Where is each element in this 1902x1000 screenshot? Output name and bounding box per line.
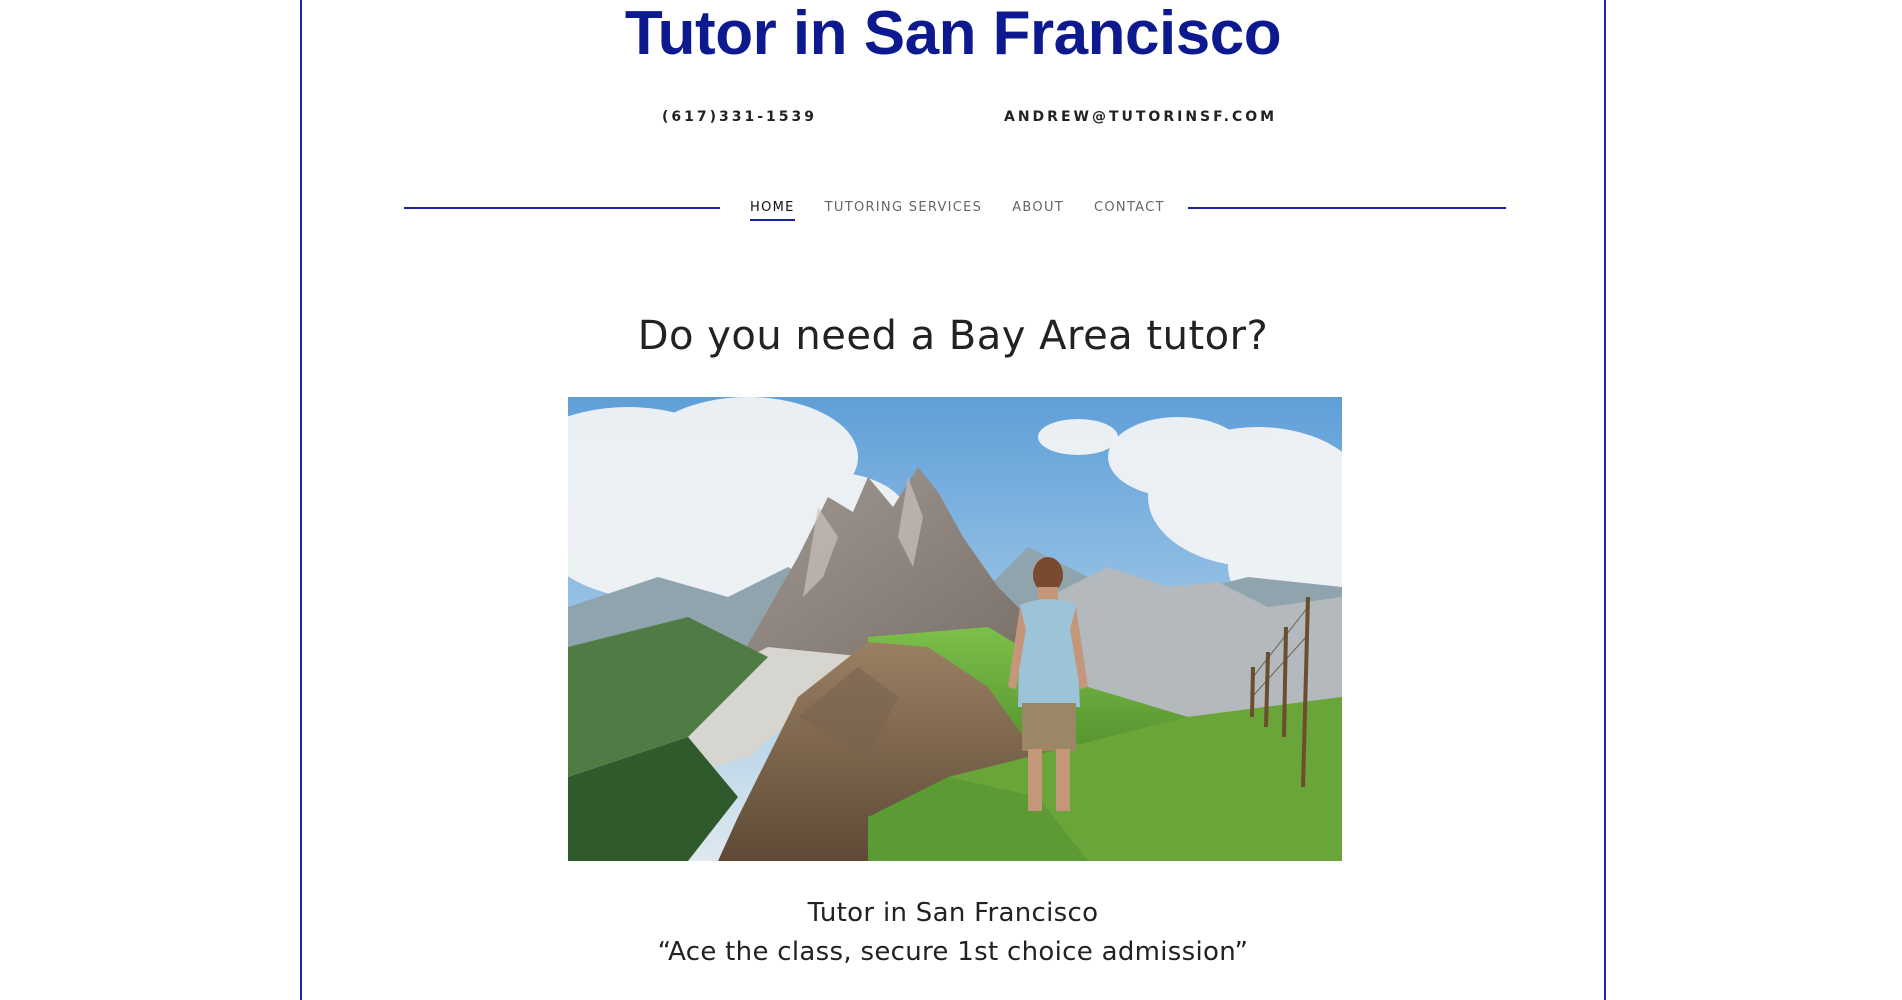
hero-illustration [568,397,1342,861]
main-nav: HOME TUTORING SERVICES ABOUT CONTACT [750,200,1165,221]
phone-link[interactable]: (617)331-1539 [662,109,817,125]
hero-image [568,397,1342,861]
caption-tagline: “Ace the class, secure 1st choice admiss… [657,937,1249,967]
nav-item-home[interactable]: HOME [750,200,795,221]
nav-divider-right [1188,207,1506,209]
nav-divider-left [404,207,720,209]
page-frame: Tutor in San Francisco (617)331-1539 AND… [300,0,1606,1000]
nav-item-tutoring-services[interactable]: TUTORING SERVICES [825,200,983,221]
caption-title: Tutor in San Francisco [807,898,1099,928]
site-title[interactable]: Tutor in San Francisco [302,0,1604,68]
nav-item-contact[interactable]: CONTACT [1094,200,1165,221]
page-headline: Do you need a Bay Area tutor? [637,313,1269,359]
nav-item-about[interactable]: ABOUT [1012,200,1064,221]
email-link[interactable]: ANDREW@TUTORINSF.COM [1004,109,1277,125]
